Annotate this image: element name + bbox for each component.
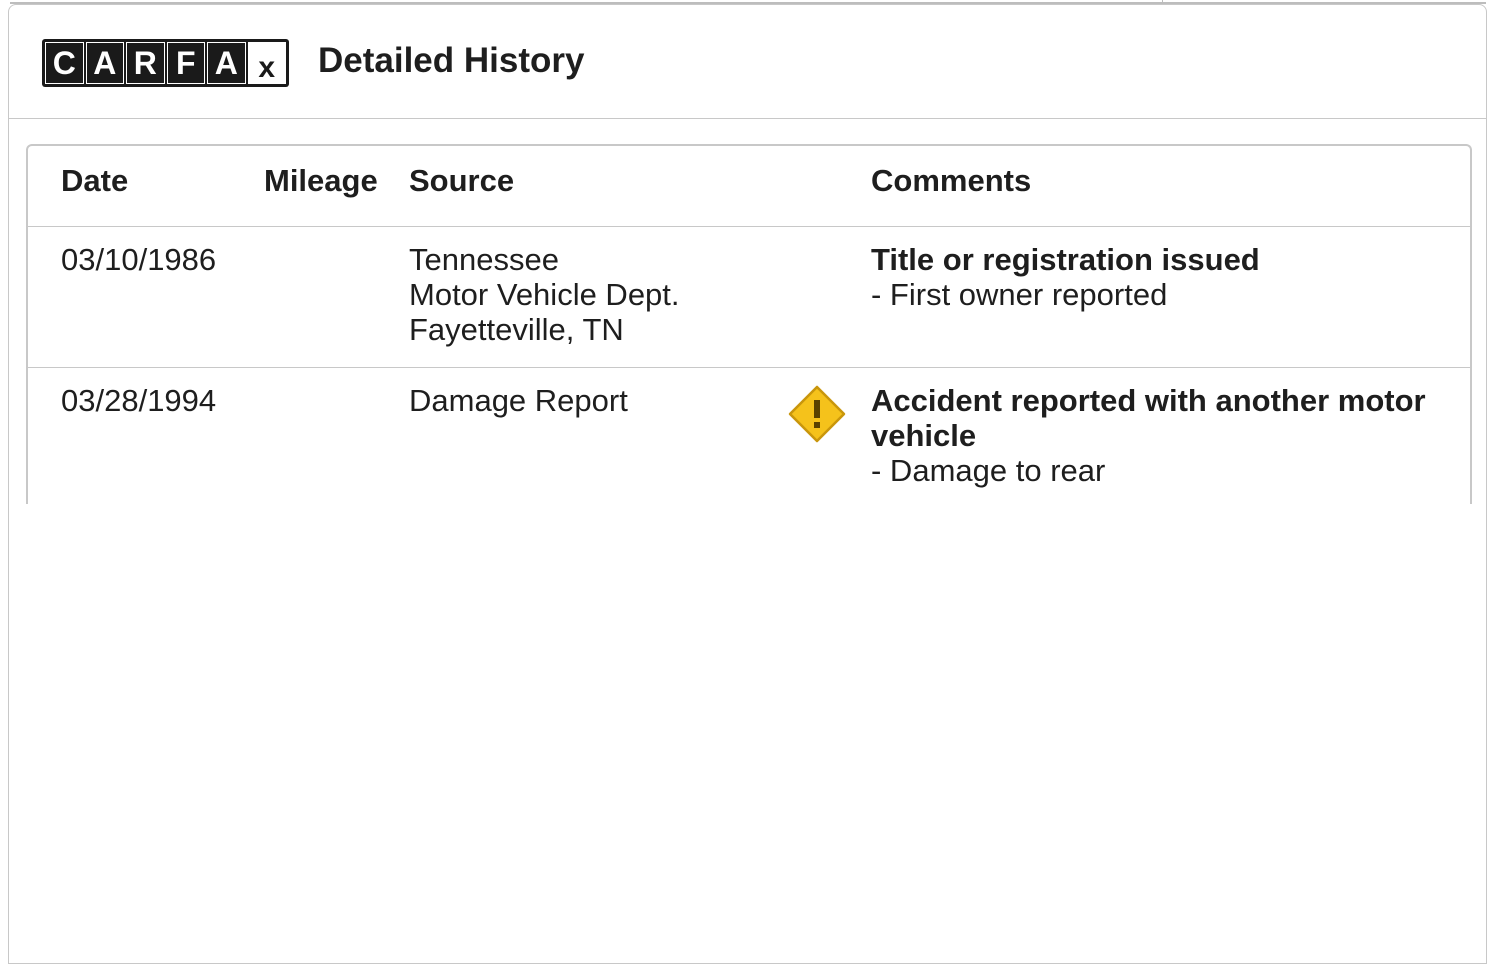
table-row: 03/28/1994 Damage Report Accident report… (28, 368, 1470, 504)
logo-letter: A (85, 42, 124, 84)
comment-title: vehicle (871, 418, 977, 453)
row-source: Tennessee Motor Vehicle Dept. Fayettevil… (409, 242, 680, 347)
row-comments: Title or registration issued - First own… (871, 242, 1260, 312)
row-date: 03/28/1994 (61, 383, 217, 418)
column-header-comments: Comments (871, 163, 1032, 198)
column-header-date: Date (61, 163, 129, 198)
source-line: Damage Report (409, 383, 628, 418)
panel-header: C A R F A x Detailed History (9, 5, 1486, 119)
comment-title: Accident reported with another motor (871, 383, 1426, 418)
source-line: Fayetteville, TN (409, 312, 624, 347)
logo-letter: C (45, 42, 84, 84)
source-line: Motor Vehicle Dept. (409, 277, 680, 312)
carfax-logo: C A R F A x (42, 39, 289, 87)
logo-letter: x (247, 42, 286, 84)
column-header-mileage: Mileage (264, 163, 378, 198)
history-table: Date Mileage Source Comments 03/10/1986 … (26, 144, 1472, 504)
logo-letter: R (126, 42, 165, 84)
column-header-source: Source (409, 163, 515, 198)
detailed-history-panel: C A R F A x Detailed History Date Mileag… (8, 4, 1487, 964)
logo-letter: A (207, 42, 246, 84)
row-comments: Accident reported with another motor veh… (871, 383, 1426, 488)
warning-exclamation-bar (814, 400, 820, 418)
table-header: Date Mileage Source Comments (28, 146, 1470, 227)
comment-detail: - First owner reported (871, 277, 1168, 312)
row-source: Damage Report (409, 383, 628, 418)
source-line: Tennessee (409, 242, 559, 277)
comment-title: Title or registration issued (871, 242, 1260, 277)
page-title: Detailed History (318, 41, 585, 80)
logo-letter: F (166, 42, 205, 84)
warning-exclamation-dot (814, 422, 820, 428)
comment-detail: - Damage to rear (871, 453, 1106, 488)
warning-diamond-icon (788, 385, 846, 443)
table-row: 03/10/1986 Tennessee Motor Vehicle Dept.… (28, 227, 1470, 368)
row-date: 03/10/1986 (61, 242, 217, 277)
